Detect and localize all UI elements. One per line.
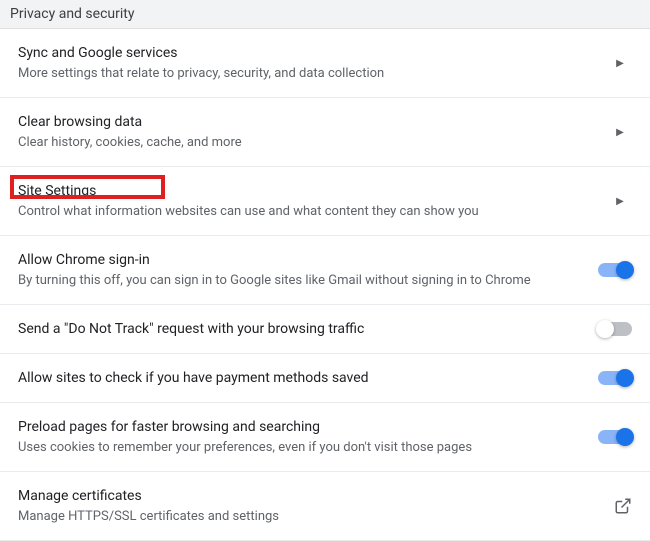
- row-preload-pages[interactable]: Preload pages for faster browsing and se…: [0, 403, 650, 472]
- row-desc: Control what information websites can us…: [18, 203, 596, 221]
- row-text: Clear browsing data Clear history, cooki…: [18, 112, 608, 152]
- row-allow-chrome-signin[interactable]: Allow Chrome sign-in By turning this off…: [0, 236, 650, 305]
- section-header: Privacy and security: [0, 0, 650, 29]
- row-payment-methods-check[interactable]: Allow sites to check if you have payment…: [0, 354, 650, 403]
- row-site-settings[interactable]: Site Settings Control what information w…: [0, 167, 650, 236]
- row-text: Site Settings Control what information w…: [18, 181, 608, 221]
- chevron-right-icon: ▶: [608, 196, 632, 207]
- settings-list: Sync and Google services More settings t…: [0, 29, 650, 541]
- row-text: Manage certificates Manage HTTPS/SSL cer…: [18, 486, 614, 526]
- row-desc: Manage HTTPS/SSL certificates and settin…: [18, 508, 602, 526]
- row-desc: Uses cookies to remember your preference…: [18, 439, 586, 457]
- row-title: Manage certificates: [18, 486, 602, 506]
- row-desc: By turning this off, you can sign in to …: [18, 272, 586, 290]
- row-clear-browsing-data[interactable]: Clear browsing data Clear history, cooki…: [0, 98, 650, 167]
- row-title: Sync and Google services: [18, 43, 596, 63]
- row-desc: Clear history, cookies, cache, and more: [18, 134, 596, 152]
- row-text: Sync and Google services More settings t…: [18, 43, 608, 83]
- row-title: Allow Chrome sign-in: [18, 250, 586, 270]
- row-text: Allow sites to check if you have payment…: [18, 368, 598, 388]
- external-link-icon: [614, 497, 632, 515]
- row-title: Send a "Do Not Track" request with your …: [18, 319, 586, 339]
- row-desc: More settings that relate to privacy, se…: [18, 65, 596, 83]
- row-text: Send a "Do Not Track" request with your …: [18, 319, 598, 339]
- chevron-right-icon: ▶: [608, 58, 632, 69]
- toggle-allow-chrome-signin[interactable]: [598, 263, 632, 277]
- row-title: Clear browsing data: [18, 112, 596, 132]
- chevron-right-icon: ▶: [608, 127, 632, 138]
- row-text: Preload pages for faster browsing and se…: [18, 417, 598, 457]
- toggle-preload-pages[interactable]: [598, 430, 632, 444]
- row-title: Allow sites to check if you have payment…: [18, 368, 586, 388]
- row-do-not-track[interactable]: Send a "Do Not Track" request with your …: [0, 305, 650, 354]
- row-text: Allow Chrome sign-in By turning this off…: [18, 250, 598, 290]
- row-title: Preload pages for faster browsing and se…: [18, 417, 586, 437]
- section-title: Privacy and security: [10, 6, 134, 22]
- row-sync-google-services[interactable]: Sync and Google services More settings t…: [0, 29, 650, 98]
- toggle-do-not-track[interactable]: [598, 322, 632, 336]
- row-title: Site Settings: [18, 181, 596, 201]
- toggle-payment-methods-check[interactable]: [598, 371, 632, 385]
- row-manage-certificates[interactable]: Manage certificates Manage HTTPS/SSL cer…: [0, 472, 650, 541]
